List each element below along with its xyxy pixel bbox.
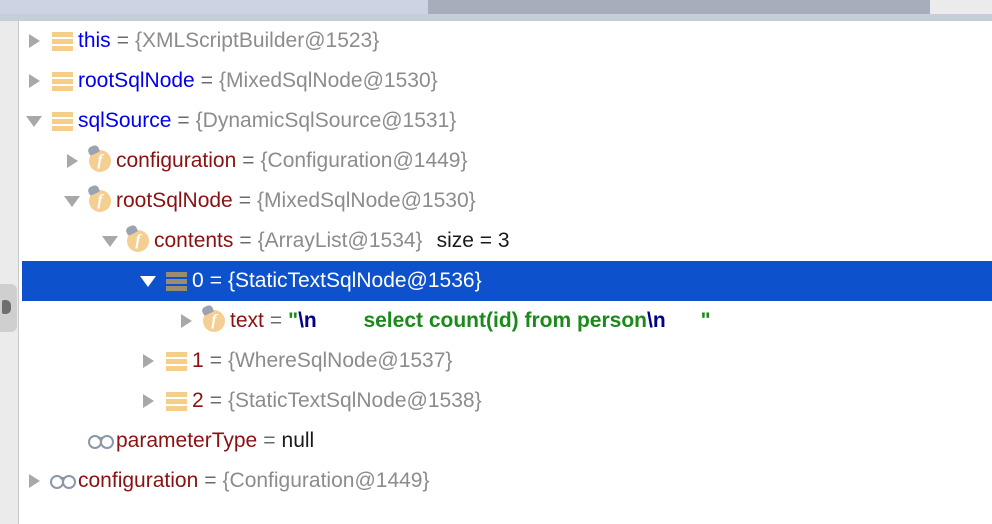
variable-name: parameterType [116,429,258,452]
list-icon [48,61,78,101]
chevron-right-icon[interactable] [136,381,162,421]
variable-name: text [230,309,264,332]
chevron-down-icon[interactable] [60,181,86,221]
scrollbar-divider [0,14,992,21]
field-icon: f [124,221,154,261]
string-part-space [317,309,364,332]
equals-sign: = [204,469,217,492]
tree-row[interactable]: this = {XMLScriptBuilder@1523} [22,21,992,61]
equals-sign: = [238,189,252,212]
tree-row[interactable]: f contents = {ArrayList@1534} size = 3 [22,221,992,261]
equals-sign: = [263,429,276,452]
variable-value-string: "\n select count(id) from person\n " [288,309,711,333]
variable-name: rootSqlNode [116,189,233,212]
chevron-right-icon[interactable] [174,301,200,341]
variable-name: 0 [192,269,204,292]
equals-sign: = [200,69,214,92]
list-icon [162,341,192,381]
list-icon [162,261,192,301]
debugger-variables-panel: this = {XMLScriptBuilder@1523} rootSqlNode =… [0,21,992,524]
equals-sign: = [177,109,190,132]
list-icon [48,21,78,61]
string-part-quote: " [700,309,711,332]
tree-row[interactable]: f rootSqlNode = {MixedSqlNode@1530} [22,181,992,221]
tree-row[interactable]: f configuration = {Configuration@1449} [22,141,992,181]
tree-row[interactable]: rootSqlNode = {MixedSqlNode@1530} [22,61,992,101]
equals-sign: = [209,389,222,412]
field-icon: f [86,141,116,181]
variables-tree[interactable]: this = {XMLScriptBuilder@1523} rootSqlNode =… [22,21,992,524]
variable-value: {MixedSqlNode@1530} [219,69,438,92]
variable-name: configuration [116,149,237,172]
left-gutter [0,21,19,524]
chevron-right-icon[interactable] [60,141,86,181]
chevron-right-icon[interactable] [22,461,48,501]
variable-value: {Configuration@1449} [260,149,468,172]
horizontal-scrollbar[interactable] [0,0,992,14]
variable-value: {XMLScriptBuilder@1523} [134,29,380,52]
list-icon [162,381,192,421]
variable-name: this [78,29,111,52]
chevron-right-icon[interactable] [136,341,162,381]
variable-value: {StaticTextSqlNode@1536} [227,269,482,292]
glasses-icon [86,421,116,461]
chevron-down-icon[interactable] [22,101,48,141]
tree-row[interactable]: sqlSource = {DynamicSqlSource@1531} [22,101,992,141]
string-part-escape: \n [298,309,317,332]
variable-value: {Configuration@1449} [222,469,430,492]
variable-name: contents [154,229,234,252]
variable-value: {DynamicSqlSource@1531} [195,109,457,132]
glasses-icon [48,461,78,501]
equals-sign: = [116,29,129,52]
tree-row[interactable]: configuration = {Configuration@1449} [22,461,992,501]
handle-grip-icon [2,300,11,314]
field-icon: f [86,181,116,221]
string-part-body: select count(id) from person [363,309,647,332]
scrollbar-thumb[interactable] [428,0,930,14]
variable-name: 2 [192,389,204,412]
variable-name: 1 [192,349,204,372]
list-icon [48,101,78,141]
collection-size-label: size = 3 [436,229,510,252]
variable-name: configuration [78,469,199,492]
string-part-quote: " [288,309,299,332]
tree-row[interactable]: 2 = {StaticTextSqlNode@1538} [22,381,992,421]
variable-value: {MixedSqlNode@1530} [257,189,476,212]
equals-sign: = [209,269,222,292]
variable-value: null [281,429,315,452]
string-part-escape: \n [646,309,666,332]
variable-name: rootSqlNode [78,69,195,92]
chevron-down-icon[interactable] [136,261,162,301]
variable-name: sqlSource [78,109,172,132]
variable-value: {WhereSqlNode@1537} [227,349,453,372]
twisty-placeholder [60,421,86,461]
chevron-right-icon[interactable] [22,61,48,101]
chevron-right-icon[interactable] [22,21,48,61]
variable-value: {ArrayList@1534} [257,229,423,252]
chevron-down-icon[interactable] [98,221,124,261]
tree-row[interactable]: 1 = {WhereSqlNode@1537} [22,341,992,381]
string-part-space [666,309,701,332]
equals-sign: = [239,229,252,252]
tree-row[interactable]: f text = "\n select count(id) from person\n… [22,301,992,341]
field-icon: f [200,301,230,341]
tree-row[interactable]: 0 = {StaticTextSqlNode@1536} [22,261,992,301]
tree-row[interactable]: parameterType = null [22,421,992,461]
equals-sign: = [269,309,283,332]
collapsed-tool-window-handle[interactable] [0,284,17,332]
equals-sign: = [209,349,222,372]
equals-sign: = [242,149,255,172]
variable-value: {StaticTextSqlNode@1538} [227,389,482,412]
